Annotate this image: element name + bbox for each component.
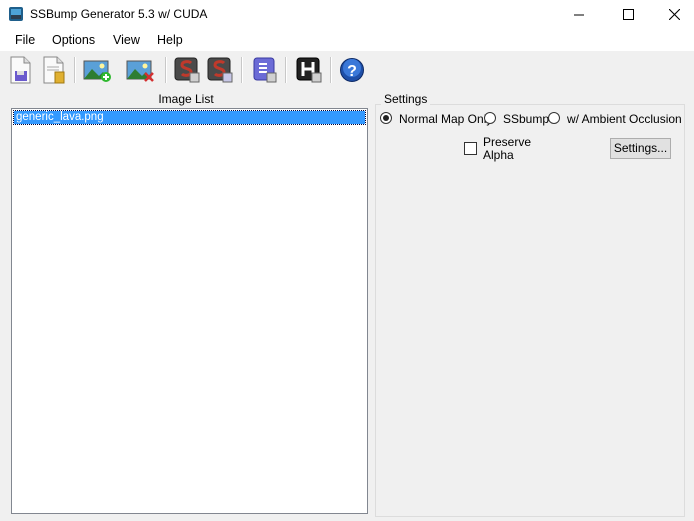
radio-normal-map-only-label[interactable]: Normal Map Only: [399, 112, 492, 126]
generate-ssbump-batch-icon: [207, 57, 233, 83]
radio-ssbump[interactable]: [484, 112, 496, 124]
export-button[interactable]: [248, 55, 280, 85]
generate-ssbump-batch-button[interactable]: [204, 55, 236, 85]
window-title: SSBump Generator 5.3 w/ CUDA: [30, 7, 208, 21]
add-image-icon: [83, 60, 111, 82]
radio-ambient-occlusion-label[interactable]: w/ Ambient Occlusion: [567, 112, 682, 126]
settings-button[interactable]: Settings...: [610, 138, 671, 159]
close-button[interactable]: [651, 0, 694, 29]
maximize-button[interactable]: [605, 0, 651, 29]
menu-file[interactable]: File: [15, 33, 35, 47]
settings-group-title: Settings: [381, 92, 431, 106]
toolbar-separator: [285, 57, 287, 83]
preserve-alpha-label-line2: Alpha: [483, 148, 514, 162]
preserve-alpha-checkbox[interactable]: [464, 142, 477, 155]
toolbar-separator: [165, 57, 167, 83]
toolbar-separator: [241, 57, 243, 83]
menu-view[interactable]: View: [113, 33, 140, 47]
help-icon: ?: [340, 58, 364, 82]
open-project-icon: [43, 56, 65, 84]
minimize-icon: [574, 14, 584, 15]
help-button[interactable]: ?: [336, 55, 368, 85]
radio-normal-map-only[interactable]: [380, 112, 392, 124]
open-project-button[interactable]: [37, 55, 69, 85]
maximize-icon: [622, 9, 634, 20]
new-project-icon: [10, 56, 31, 84]
preserve-alpha-label[interactable]: Preserve Alpha: [483, 136, 533, 162]
menu-help[interactable]: Help: [157, 33, 183, 47]
remove-image-icon: [126, 60, 154, 82]
menu-bar: File Options View Help: [0, 29, 694, 51]
generate-ssbump-icon: [174, 57, 200, 83]
toolbar-separator: [74, 57, 76, 83]
svg-text:?: ?: [347, 63, 357, 80]
title-bar[interactable]: SSBump Generator 5.3 w/ CUDA: [0, 0, 694, 29]
generate-ssbump-button[interactable]: [171, 55, 203, 85]
settings-group: [375, 104, 685, 517]
heightmap-icon: [296, 57, 322, 83]
toolbar-separator: [330, 57, 332, 83]
menu-options[interactable]: Options: [52, 33, 95, 47]
radio-ssbump-label[interactable]: SSbump: [503, 112, 549, 126]
minimize-button[interactable]: [556, 0, 602, 29]
radio-ambient-occlusion[interactable]: [548, 112, 560, 124]
remove-image-button[interactable]: [124, 55, 156, 85]
image-list[interactable]: generic_lava.png: [11, 108, 368, 514]
list-item[interactable]: generic_lava.png: [13, 110, 366, 125]
new-project-button[interactable]: [4, 55, 36, 85]
close-icon: [668, 9, 680, 20]
app-icon: [8, 6, 24, 22]
export-icon: [253, 57, 277, 83]
toolbar: ?: [0, 51, 694, 89]
image-list-label: Image List: [158, 92, 214, 106]
add-image-button[interactable]: [81, 55, 113, 85]
heightmap-button[interactable]: [293, 55, 325, 85]
